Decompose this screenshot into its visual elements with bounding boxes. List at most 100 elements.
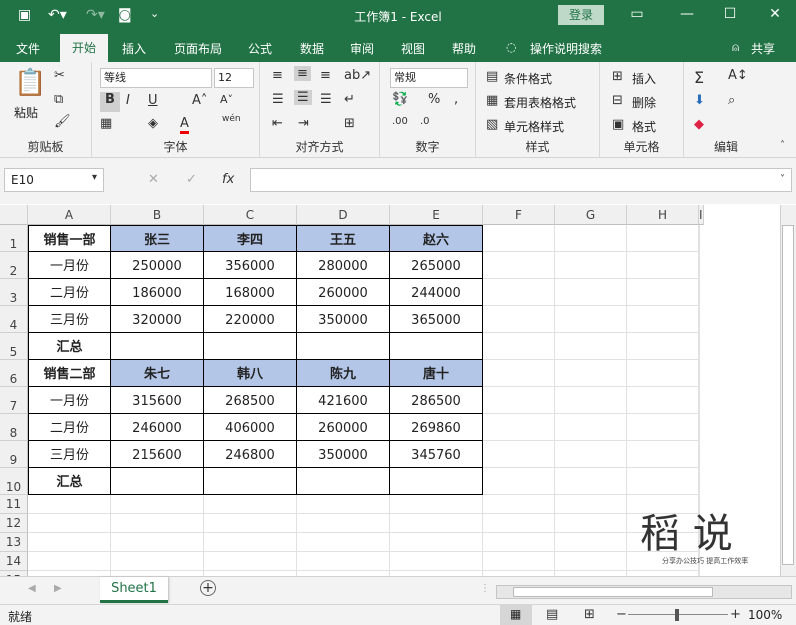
cell-g13[interactable] — [555, 533, 627, 552]
cell-b8[interactable]: 246000 — [111, 414, 204, 441]
cell-b9[interactable]: 215600 — [111, 441, 204, 468]
align-center-icon[interactable]: ☰ — [294, 90, 312, 105]
cell-c3[interactable]: 168000 — [204, 279, 297, 306]
decrease-decimal-icon[interactable]: .0 — [420, 116, 430, 127]
merge-center-icon[interactable]: ⊞ — [344, 116, 355, 131]
cell-d8[interactable]: 260000 — [297, 414, 390, 441]
cell-b1[interactable]: 张三 — [111, 225, 204, 252]
cell-f4[interactable] — [483, 306, 555, 333]
cell-b14[interactable] — [111, 552, 204, 571]
cell-c1[interactable]: 李四 — [204, 225, 297, 252]
cell-a14[interactable] — [28, 552, 111, 571]
increase-decimal-icon[interactable]: .00 — [392, 116, 408, 127]
cell-d6[interactable]: 陈九 — [297, 360, 390, 387]
cell-i6[interactable] — [699, 360, 700, 387]
column-header-f[interactable]: F — [483, 205, 555, 225]
cell-e1[interactable]: 赵六 — [390, 225, 483, 252]
column-header-h[interactable]: H — [627, 205, 699, 225]
cell-b5[interactable] — [111, 333, 204, 360]
cell-b10[interactable] — [111, 468, 204, 495]
row-header-2[interactable]: 2 — [0, 252, 28, 279]
underline-button[interactable]: U — [148, 93, 158, 108]
cell-b13[interactable] — [111, 533, 204, 552]
borders-icon[interactable]: ▦ — [100, 116, 112, 131]
cell-c8[interactable]: 406000 — [204, 414, 297, 441]
normal-view-button[interactable]: ▦ — [500, 605, 532, 625]
column-header-c[interactable]: C — [204, 205, 297, 225]
cell-d12[interactable] — [297, 514, 390, 533]
column-header-d[interactable]: D — [297, 205, 390, 225]
cell-f7[interactable] — [483, 387, 555, 414]
horizontal-scrollbar[interactable] — [496, 585, 792, 599]
tab-review[interactable]: 审阅 — [350, 40, 374, 57]
cell-h5[interactable] — [627, 333, 699, 360]
zoom-thumb[interactable] — [675, 609, 679, 621]
cell-g7[interactable] — [555, 387, 627, 414]
cell-a1[interactable]: 销售一部 — [28, 225, 111, 252]
cell-f3[interactable] — [483, 279, 555, 306]
cell-f14[interactable] — [483, 552, 555, 571]
cell-e14[interactable] — [390, 552, 483, 571]
ribbon-display-icon[interactable]: ▭ — [627, 6, 647, 22]
row-header-5[interactable]: 5 — [0, 333, 28, 360]
cell-f9[interactable] — [483, 441, 555, 468]
cell-f12[interactable] — [483, 514, 555, 533]
align-middle-icon[interactable]: ≡ — [294, 66, 311, 81]
zoom-level[interactable]: 100% — [748, 608, 782, 622]
cell-h3[interactable] — [627, 279, 699, 306]
share-button[interactable]: 共享 — [751, 40, 775, 57]
cell-i10[interactable] — [699, 468, 700, 495]
paste-icon[interactable]: 📋 — [14, 68, 46, 98]
cell-i5[interactable] — [699, 333, 700, 360]
page-layout-icon[interactable]: ▤ — [546, 607, 558, 622]
cell-d7[interactable]: 421600 — [297, 387, 390, 414]
cell-e4[interactable]: 365000 — [390, 306, 483, 333]
wrap-text-icon[interactable]: ↵ — [344, 92, 355, 107]
cell-g3[interactable] — [555, 279, 627, 306]
cell-f11[interactable] — [483, 495, 555, 514]
cell-f2[interactable] — [483, 252, 555, 279]
insert-function-button[interactable]: fx — [222, 172, 234, 187]
cell-c9[interactable]: 246800 — [204, 441, 297, 468]
orientation-icon[interactable]: ab↗ — [344, 68, 371, 83]
tab-formulas[interactable]: 公式 — [248, 40, 272, 57]
cell-e3[interactable]: 244000 — [390, 279, 483, 306]
row-header-7[interactable]: 7 — [0, 387, 28, 414]
format-painter-icon[interactable]: 🖌 — [54, 114, 71, 129]
next-sheet-icon[interactable]: ▶ — [54, 583, 62, 594]
cell-d1[interactable]: 王五 — [297, 225, 390, 252]
page-break-icon[interactable]: ⊞ — [584, 607, 595, 622]
column-header-i[interactable]: I — [699, 205, 704, 225]
cell-h6[interactable] — [627, 360, 699, 387]
cell-c5[interactable] — [204, 333, 297, 360]
bold-button[interactable]: B — [100, 92, 120, 112]
fill-icon[interactable]: ⬇ — [694, 93, 705, 108]
maximize-icon[interactable]: ☐ — [720, 6, 740, 22]
cell-h1[interactable] — [627, 225, 699, 252]
row-header-12[interactable]: 12 — [0, 514, 28, 533]
cell-f13[interactable] — [483, 533, 555, 552]
split-handle-icon[interactable]: ⋮ — [480, 583, 490, 594]
cell-f5[interactable] — [483, 333, 555, 360]
conditional-format-button[interactable]: 条件格式 — [504, 70, 552, 87]
cell-g4[interactable] — [555, 306, 627, 333]
format-as-table-button[interactable]: 套用表格格式 — [504, 94, 576, 111]
cell-i2[interactable] — [699, 252, 700, 279]
accounting-icon[interactable]: 💱 — [392, 92, 408, 107]
percent-icon[interactable]: % — [428, 92, 440, 107]
tab-help[interactable]: 帮助 — [452, 40, 476, 57]
tab-data[interactable]: 数据 — [300, 40, 324, 57]
cell-d9[interactable]: 350000 — [297, 441, 390, 468]
cell-e9[interactable]: 345760 — [390, 441, 483, 468]
cell-h9[interactable] — [627, 441, 699, 468]
cell-styles-button[interactable]: 单元格样式 — [504, 118, 564, 135]
cell-f1[interactable] — [483, 225, 555, 252]
prev-sheet-icon[interactable]: ◀ — [28, 583, 36, 594]
cell-a4[interactable]: 三月份 — [28, 306, 111, 333]
cell-b11[interactable] — [111, 495, 204, 514]
tab-insert[interactable]: 插入 — [122, 40, 146, 57]
cell-d10[interactable] — [297, 468, 390, 495]
cell-g11[interactable] — [555, 495, 627, 514]
cell-d5[interactable] — [297, 333, 390, 360]
cell-b4[interactable]: 320000 — [111, 306, 204, 333]
